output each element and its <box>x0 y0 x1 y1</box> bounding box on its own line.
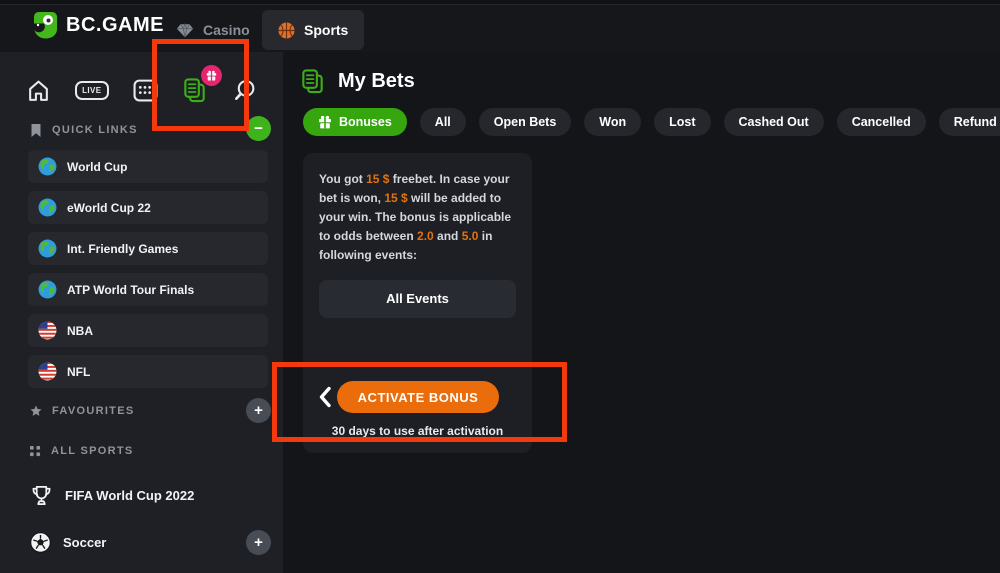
filter-all[interactable]: All <box>420 108 466 136</box>
globe-icon <box>38 157 57 176</box>
filter-label: Cashed Out <box>739 115 809 129</box>
filter-label: Refund <box>954 115 997 129</box>
tab-sports-label: Sports <box>304 22 348 38</box>
filter-lost[interactable]: Lost <box>654 108 710 136</box>
filter-bonuses[interactable]: Bonuses <box>303 108 407 136</box>
globe-icon <box>38 280 57 299</box>
bonus-amount: 15 $ <box>366 172 389 186</box>
all-events-label: All Events <box>386 291 449 306</box>
filter-refund[interactable]: Refund <box>939 108 1000 136</box>
globe-icon <box>38 198 57 217</box>
quick-link-label: NFL <box>67 365 90 379</box>
quick-link-int-friendly[interactable]: Int. Friendly Games <box>28 232 268 265</box>
trophy-icon <box>30 484 53 507</box>
star-icon <box>30 405 42 417</box>
all-sports-header: ALL SPORTS <box>30 437 239 465</box>
bcgame-logo[interactable]: BC.GAME <box>30 10 164 40</box>
sidebar-item-label: FIFA World Cup 2022 <box>65 488 194 503</box>
browser-edge-strip <box>0 0 1000 5</box>
page-header: My Bets <box>300 68 415 95</box>
filter-label: All <box>435 115 451 129</box>
quick-links-collapse-button[interactable]: − <box>246 116 271 141</box>
tab-casino[interactable]: Casino <box>160 10 266 50</box>
quick-links-list: World Cup eWorld Cup 22 Int. Friendly Ga… <box>28 150 268 396</box>
minus-icon: − <box>254 120 263 137</box>
sidebar-nav-icons: LIVE <box>0 70 283 110</box>
logo-text: BC.GAME <box>66 14 164 37</box>
filter-pills: Bonuses All Open Bets Won Lost Cashed Ou… <box>303 108 1000 136</box>
filter-label: Cancelled <box>852 115 911 129</box>
filter-label: Lost <box>669 115 695 129</box>
quick-link-nfl[interactable]: NFL <box>28 355 268 388</box>
live-icon[interactable]: LIVE <box>75 81 108 100</box>
home-icon[interactable] <box>26 78 51 103</box>
my-bets-icon[interactable] <box>182 77 208 104</box>
filter-cashed-out[interactable]: Cashed Out <box>724 108 824 136</box>
odds-max-value: 5.0 <box>462 229 479 243</box>
topbar: BC.GAME Casino Sports <box>0 0 1000 52</box>
plus-icon: + <box>254 534 263 551</box>
all-sports-label: ALL SPORTS <box>51 445 133 457</box>
plus-icon: + <box>254 402 263 419</box>
gift-icon <box>318 115 332 129</box>
bonus-amount: 15 $ <box>384 191 407 205</box>
usa-flag-icon <box>38 362 57 381</box>
globe-icon <box>38 239 57 258</box>
quick-link-label: World Cup <box>67 160 127 174</box>
quick-link-label: eWorld Cup 22 <box>67 201 151 215</box>
sidebar-item-label: Soccer <box>63 535 106 550</box>
grid-icon <box>30 446 41 457</box>
quick-links-header: QUICK LINKS <box>30 116 239 144</box>
filter-label: Won <box>599 115 626 129</box>
chevron-left-icon[interactable] <box>317 385 333 409</box>
quick-links-label: QUICK LINKS <box>52 124 138 136</box>
favourites-add-button[interactable]: + <box>246 398 271 423</box>
all-events-button[interactable]: All Events <box>319 280 516 318</box>
page-title: My Bets <box>338 70 415 93</box>
favourites-header: FAVOURITES <box>30 397 239 425</box>
schedule-icon[interactable] <box>133 79 158 102</box>
sidebar: LIVE <box>0 52 283 573</box>
bonus-description: You got 15 $ freebet. In case your bet i… <box>303 153 532 265</box>
soccer-ball-icon <box>30 532 51 553</box>
bcgame-mascot-icon <box>30 10 60 40</box>
sidebar-item-fifa-world-cup[interactable]: FIFA World Cup 2022 <box>30 478 194 512</box>
bonus-expiry-note: 30 days to use after activation <box>303 424 532 438</box>
odds-min-value: 2.0 <box>417 229 434 243</box>
sidebar-item-soccer[interactable]: Soccer <box>30 525 106 559</box>
diamond-icon <box>176 23 194 38</box>
quick-link-label: ATP World Tour Finals <box>67 283 194 297</box>
activate-bonus-button[interactable]: ACTIVATE BONUS <box>337 381 499 413</box>
search-icon[interactable] <box>232 78 257 103</box>
bonus-text-segment: You got <box>319 172 366 186</box>
bonus-badge <box>201 65 222 86</box>
quick-link-eworld-cup[interactable]: eWorld Cup 22 <box>28 191 268 224</box>
tab-sports[interactable]: Sports <box>262 10 364 50</box>
quick-link-atp-finals[interactable]: ATP World Tour Finals <box>28 273 268 306</box>
favourites-label: FAVOURITES <box>52 405 134 417</box>
filter-label: Bonuses <box>339 115 392 129</box>
bonus-card: You got 15 $ freebet. In case your bet i… <box>303 153 532 453</box>
bookmark-icon <box>30 123 42 138</box>
live-icon-label: LIVE <box>75 81 108 100</box>
tab-casino-label: Casino <box>203 22 250 38</box>
basketball-icon <box>278 22 295 39</box>
quick-link-label: Int. Friendly Games <box>67 242 178 256</box>
activate-row: ACTIVATE BONUS <box>303 381 532 413</box>
quick-link-world-cup[interactable]: World Cup <box>28 150 268 183</box>
filter-won[interactable]: Won <box>584 108 641 136</box>
filter-cancelled[interactable]: Cancelled <box>837 108 926 136</box>
usa-flag-icon <box>38 321 57 340</box>
quick-link-nba[interactable]: NBA <box>28 314 268 347</box>
filter-label: Open Bets <box>494 115 557 129</box>
quick-link-label: NBA <box>67 324 93 338</box>
soccer-add-button[interactable]: + <box>246 530 271 555</box>
my-bets-icon <box>300 68 326 95</box>
bonus-text-segment: and <box>434 229 462 243</box>
filter-open-bets[interactable]: Open Bets <box>479 108 572 136</box>
